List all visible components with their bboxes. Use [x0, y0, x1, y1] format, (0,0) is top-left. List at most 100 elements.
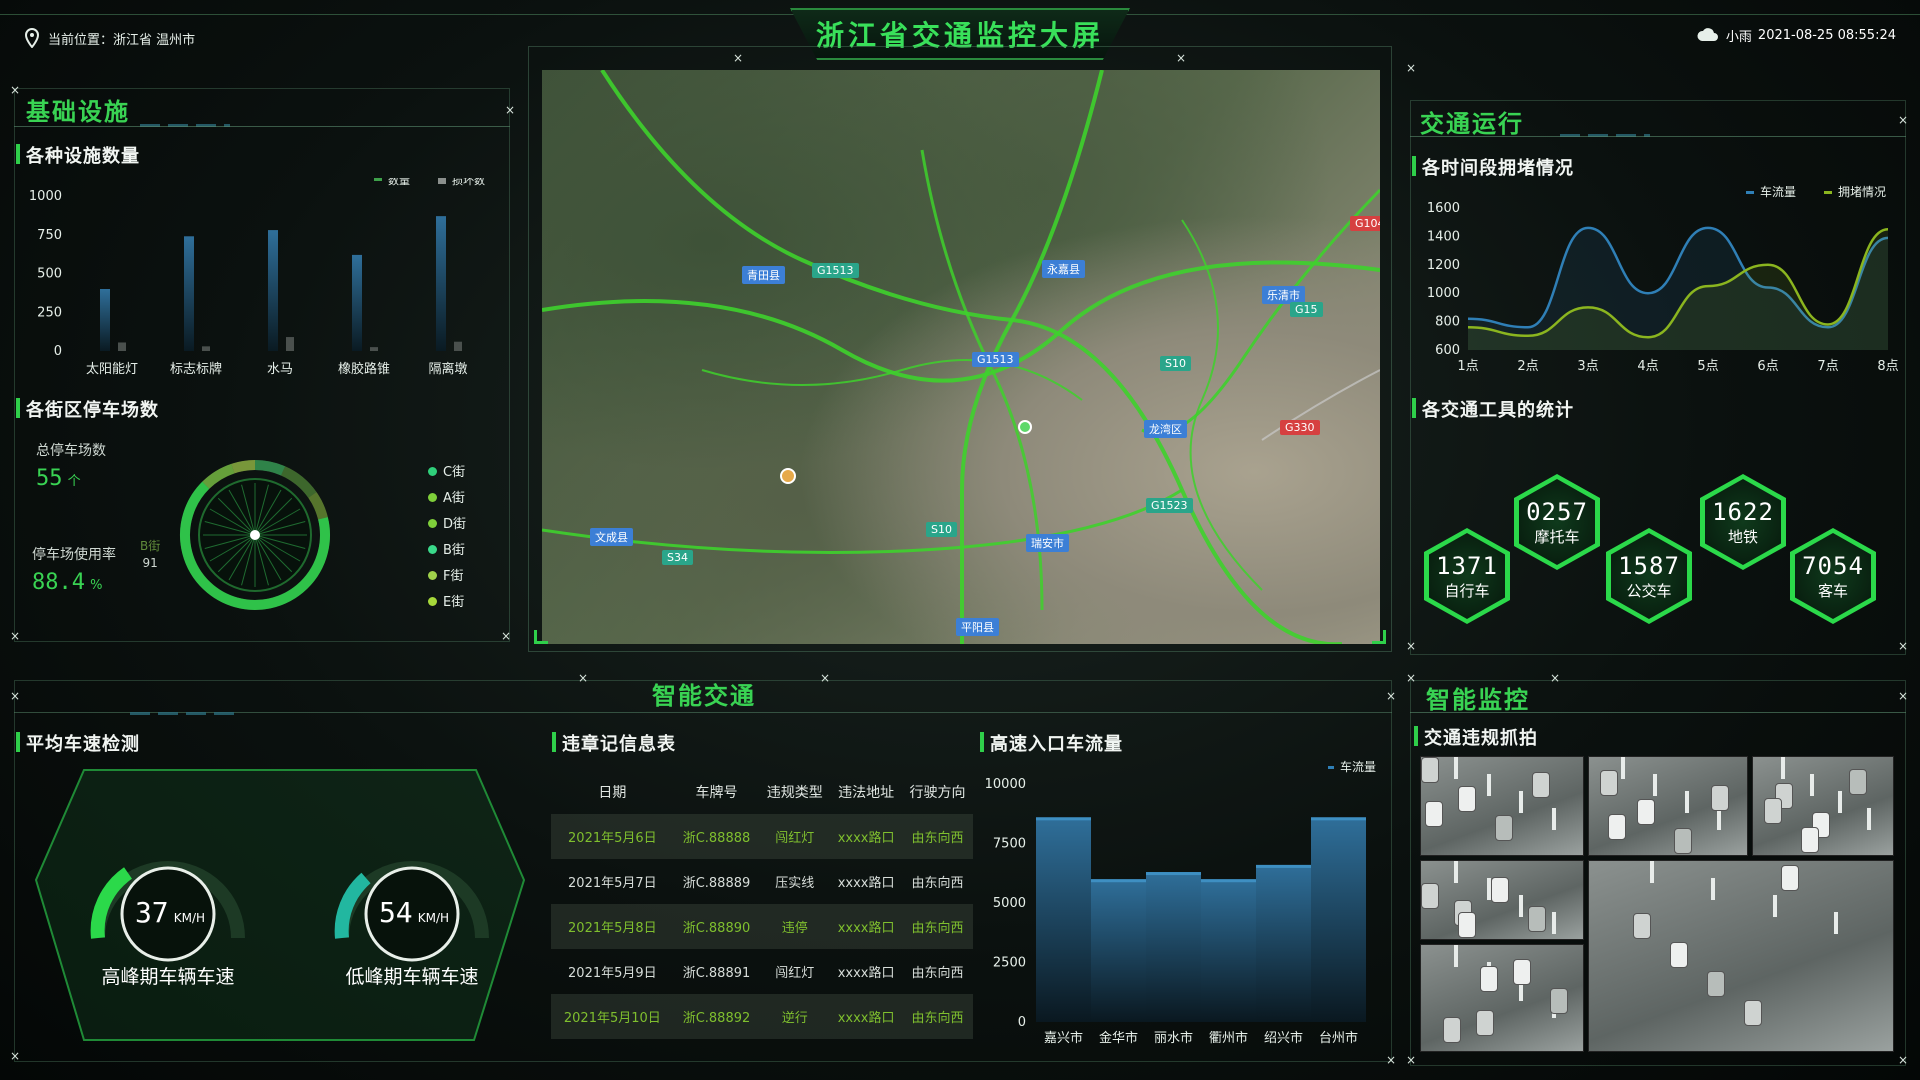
monitor-title: 智能监控 [1426, 686, 1530, 714]
table-cell: 由东向西 [902, 814, 973, 859]
x-tick-label: 橡胶路锥 [338, 361, 390, 377]
offpeak-speed-label: 低峰期车辆车速 [345, 966, 479, 988]
camera-feed[interactable] [1420, 860, 1584, 940]
legend-item: A街 [428, 486, 466, 512]
camera-feed[interactable] [1752, 756, 1894, 856]
corner-mark: × [733, 51, 744, 65]
y-tick-label: 1400 [1427, 229, 1460, 244]
y-tick-label: 1000 [1427, 286, 1460, 301]
vehicle-stat-label: 公交车 [1626, 581, 1672, 600]
title-underline [14, 126, 510, 127]
table-row[interactable]: 2021年5月7日 浙C.88889 压实线 xxxx路口 由东向西 [551, 859, 973, 904]
camera-feed[interactable] [1588, 860, 1894, 1052]
x-tick-label: 太阳能灯 [86, 362, 138, 377]
y-tick-label: 500 [37, 267, 62, 282]
map-label[interactable]: S10 [1160, 356, 1191, 371]
highway-subtitle: 高速入口车流量 [980, 730, 1123, 756]
weather-text: 小雨 [1725, 30, 1752, 45]
violations-table: 日期 车牌号 违规类型 违法地址 行驶方向 2021年5月6日 浙C.88888 闯… [551, 770, 973, 1039]
map-center-marker-icon[interactable] [1018, 420, 1032, 434]
y-tick-label: 1000 [29, 189, 62, 204]
x-tick-label: 衢州市 [1209, 1030, 1248, 1046]
table-row[interactable]: 2021年5月6日 浙C.88888 闯红灯 xxxx路口 由东向西 [551, 814, 973, 859]
ring-slice [254, 460, 286, 476]
y-tick-label: 1200 [1427, 258, 1460, 273]
camera-feed[interactable] [1420, 944, 1584, 1052]
map-label[interactable]: S34 [662, 550, 693, 565]
corner-mark: × [1176, 51, 1187, 65]
corner-mark: × [1898, 689, 1909, 703]
traffic-ops-title: 交通运行 [1420, 110, 1524, 138]
legend-swatch [1824, 191, 1832, 194]
corner-mark: × [1386, 689, 1397, 703]
corner-mark: × [1898, 113, 1909, 127]
map-label[interactable]: G104 [1350, 216, 1380, 231]
table-cell: 浙C.88891 [682, 966, 751, 981]
map-label[interactable]: G15 [1290, 302, 1323, 317]
highway-chart: 10000 7500 5000 2500 0 车流量嘉兴市 金华市 丽水市 衢州市 绍兴市 台州市 [985, 759, 1376, 1046]
monitor-subtitle: 交通违规抓拍 [1414, 724, 1538, 750]
corner-mark: × [10, 689, 21, 703]
corner-mark: × [1898, 639, 1909, 653]
map-label[interactable]: G330 [1280, 420, 1320, 435]
map-label[interactable]: 瑞安市 [1026, 534, 1069, 552]
bar-cap [1256, 864, 1311, 868]
x-tick-label: 1点 [1457, 359, 1478, 374]
bar-damaged [370, 347, 378, 351]
bar [1256, 864, 1311, 1022]
map-label[interactable]: G1523 [1146, 498, 1193, 513]
map-label[interactable]: 文成县 [590, 528, 633, 546]
camera-feed[interactable] [1588, 756, 1748, 856]
legend-label: E街 [443, 595, 465, 610]
map-label[interactable]: 青田县 [742, 266, 785, 284]
table-row[interactable]: 2021年5月8日 浙C.88890 违停 xxxx路口 由东向西 [551, 904, 973, 949]
peak-speed-label: 高峰期车辆车速 [101, 966, 235, 988]
map-corner-bracket [534, 630, 548, 644]
col-direction: 行驶方向 [909, 785, 966, 801]
legend-label: 损坏数 [452, 178, 485, 187]
corner-mark: × [505, 103, 516, 117]
map-label[interactable]: 永嘉县 [1042, 260, 1085, 278]
traffic-map[interactable]: 青田县永嘉县乐清市G1513G1513G104G15S10龙湾区G330G152… [542, 70, 1380, 644]
table-row[interactable]: 2021年5月9日 浙C.88891 闯红灯 xxxx路口 由东向西 [551, 949, 973, 994]
bar-quantity [100, 289, 110, 351]
map-label[interactable]: G1513 [972, 352, 1019, 367]
table-cell: xxxx路口 [837, 966, 895, 981]
bar-cap [1091, 879, 1146, 883]
table-cell: xxxx路口 [837, 876, 895, 891]
corner-mark: × [1406, 639, 1417, 653]
legend-dot [428, 545, 437, 554]
corner-mark: × [578, 671, 589, 685]
table-row[interactable]: 2021年5月10日 浙C.88892 逆行 xxxx路口 由东向西 [551, 994, 973, 1039]
corner-mark: × [501, 629, 512, 643]
map-label[interactable]: 平阳县 [956, 618, 999, 636]
map-label[interactable]: G1513 [812, 263, 859, 278]
table-cell: 由东向西 [911, 966, 964, 981]
peak-speed-value: 37 [134, 896, 169, 929]
bar [1091, 879, 1146, 1022]
map-label[interactable]: S10 [926, 522, 957, 537]
y-tick-label: 0 [1018, 1015, 1026, 1030]
x-tick-label: 7点 [1817, 359, 1838, 374]
legend-label: F街 [443, 569, 464, 584]
corner-mark: × [1406, 1053, 1417, 1067]
bar-cap [1311, 817, 1366, 821]
parking-total-label: 总停车场数 [36, 443, 106, 459]
y-tick-label: 7500 [993, 837, 1026, 852]
parking-rate-unit: % [90, 578, 103, 593]
legend-label: B街 [443, 543, 465, 558]
bar [1311, 817, 1366, 1022]
peak-speed-unit: KM/H [173, 911, 206, 925]
corner-mark: × [10, 629, 21, 643]
facilities-subtitle: 各种设施数量 [16, 142, 140, 168]
table-header-row: 日期 车牌号 违规类型 违法地址 行驶方向 [551, 770, 973, 814]
bar-quantity [184, 236, 194, 351]
y-tick-label: 10000 [985, 777, 1026, 792]
x-tick-label: 3点 [1577, 359, 1598, 374]
table-cell: 2021年5月10日 [551, 994, 674, 1039]
corner-mark: × [1406, 61, 1417, 75]
map-label[interactable]: 龙湾区 [1144, 420, 1187, 438]
infrastructure-title: 基础设施 [26, 98, 130, 126]
camera-feed[interactable] [1420, 756, 1584, 856]
map-poi-icon[interactable] [780, 468, 796, 484]
